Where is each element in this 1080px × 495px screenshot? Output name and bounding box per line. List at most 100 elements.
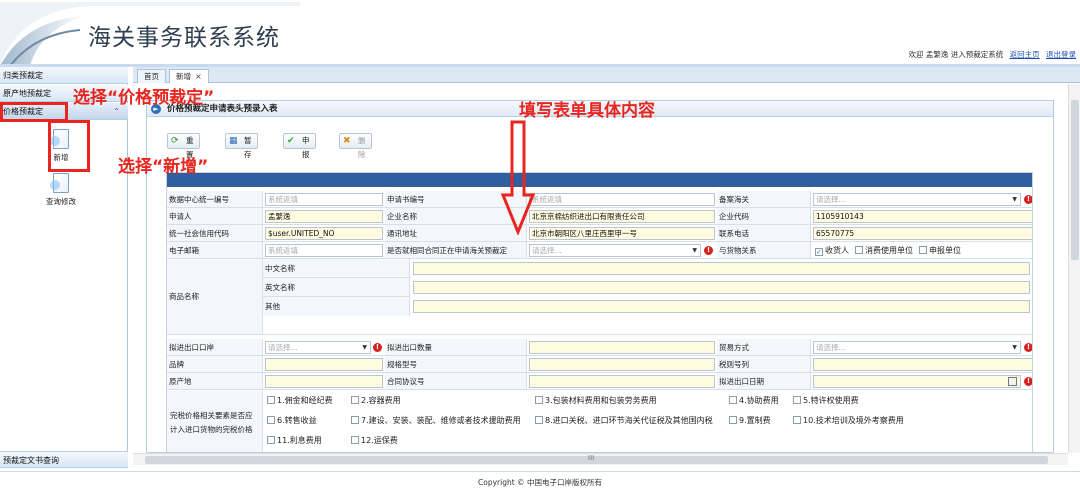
other-name-input[interactable]	[413, 300, 1030, 313]
phone-input[interactable]: 65570775	[813, 227, 1032, 240]
port-select[interactable]: 请选择... ▼	[265, 341, 371, 354]
checked-icon: ✓	[815, 248, 823, 256]
checkbox-icon	[267, 396, 275, 404]
scroll-grip: III	[588, 454, 595, 462]
tariff-code-input[interactable]	[813, 358, 1032, 371]
tab-new[interactable]: 新增 ×	[169, 69, 209, 83]
select-value: 请选择...	[816, 343, 846, 352]
checkbox-label: 11.利息费用	[277, 436, 322, 445]
credit-code-input[interactable]: $user.UNITED_NO	[265, 227, 383, 240]
highlight-price-section	[0, 102, 68, 122]
form-row: 品牌 规格型号 税则号列	[167, 356, 1032, 373]
field-label: 其他	[263, 297, 410, 316]
data-center-no-input[interactable]: 系统返填	[265, 193, 383, 206]
form-row: 拟进出口口岸 请选择... ▼ ! 拟进出口数量 贸易方式 请选择... ▼ !	[167, 339, 1032, 356]
company-name-input[interactable]: 北京京棉纺织进出口有限责任公司	[529, 210, 715, 223]
factor-checkbox[interactable]: 7.建设、安装、装配、维修或者技术援助费用	[351, 415, 521, 426]
required-icon: !	[1024, 343, 1032, 352]
field-label: 数据中心统一编号	[167, 191, 263, 207]
tab-label: 新增	[176, 72, 191, 81]
scroll-thumb[interactable]	[1071, 100, 1079, 260]
checkbox-label: 7.建设、安装、装配、维修或者技术援助费用	[361, 416, 521, 425]
close-icon[interactable]: ×	[195, 72, 202, 81]
spec-model-input[interactable]	[529, 358, 715, 371]
factor-checkbox[interactable]: 4.协助费用	[729, 395, 779, 406]
checkbox-consignee[interactable]: ✓ 收货人	[815, 245, 849, 256]
checkbox-icon	[793, 416, 801, 424]
contract-no-input[interactable]	[529, 375, 715, 388]
check-icon: ✔	[287, 136, 295, 146]
sidebar-item-label: 预裁定文书查询	[3, 456, 59, 465]
same-contract-select[interactable]: 请选择... ▼	[529, 244, 701, 257]
sidebar-item-label: 原产地预裁定	[3, 89, 51, 98]
checkbox-icon	[729, 416, 737, 424]
save-draft-button[interactable]: ▦ 暂存	[225, 133, 258, 159]
home-link[interactable]: 返回主页	[1010, 50, 1040, 59]
floppy-icon: ▦	[229, 136, 238, 146]
checkbox-icon	[535, 396, 543, 404]
form-row: 原产地 合同协议号 拟进出口日期 !	[167, 373, 1032, 390]
checkbox-label: 12.运保费	[361, 436, 398, 445]
address-input[interactable]: 北京市朝阳区八里庄西里甲一号	[529, 227, 715, 240]
calendar-icon[interactable]	[1008, 377, 1017, 386]
date-input[interactable]	[813, 375, 1021, 388]
checkbox-label: 申报单位	[929, 246, 961, 255]
sidebar-item-query[interactable]: 查询修改	[31, 173, 91, 207]
factor-checkbox[interactable]: 3.包装材料费用和包装劳务费用	[535, 395, 657, 406]
sidebar-item-classification[interactable]: 归类预裁定	[0, 67, 128, 84]
annotation-fill-form: 填写表单具体内容	[519, 101, 655, 121]
factor-checkbox[interactable]: 2.容器费用	[351, 395, 401, 406]
refresh-icon: ⟳	[171, 136, 179, 146]
goods-relation-checks: ✓ 收货人 消费使用单位 申报单位	[815, 245, 961, 256]
logout-link[interactable]: 退出登录	[1046, 50, 1076, 59]
origin-input[interactable]	[265, 375, 383, 388]
form-row: 统一社会信用代码 $user.UNITED_NO 通讯地址 北京市朝阳区八里庄西…	[167, 225, 1032, 242]
trade-mode-select[interactable]: 请选择... ▼	[813, 341, 1021, 354]
scroll-thumb[interactable]	[145, 456, 1048, 464]
submit-button[interactable]: ✔ 申报	[283, 133, 316, 159]
brand-input[interactable]	[265, 358, 383, 371]
checkbox-label: 1.佣金和经纪费	[277, 396, 333, 405]
vertical-scrollbar[interactable]	[1068, 84, 1080, 453]
quantity-input[interactable]	[529, 341, 715, 354]
checkbox-icon	[351, 396, 359, 404]
email-field[interactable]: 系统返填	[265, 244, 383, 257]
sidebar-item-doc-query[interactable]: 预裁定文书查询	[0, 451, 128, 468]
footer: Copyright © 中国电子口岸版权所有	[0, 471, 1080, 495]
application-no-input[interactable]: 系统返填	[529, 193, 715, 206]
dropdown-arrow-icon: ▼	[1012, 344, 1017, 351]
tab-home[interactable]: 首页	[137, 69, 166, 83]
factor-checkbox[interactable]: 8.进口关税、进口环节海关代征税及其他国内税	[535, 415, 713, 426]
reset-button[interactable]: ⟳ 重置	[167, 133, 200, 159]
chinese-name-input[interactable]	[413, 262, 1030, 275]
company-code-input[interactable]: 1105910143	[813, 210, 1032, 223]
checkbox-icon	[535, 416, 543, 424]
welcome-bar: 欢迎 孟繁逸 进入预裁定系统 返回主页 退出登录	[908, 49, 1076, 60]
field-label: 电子邮箱	[167, 242, 263, 258]
factor-checkbox[interactable]: 12.运保费	[351, 435, 398, 446]
factor-checkbox[interactable]: 10.技术培训及境外考察费用	[793, 415, 904, 426]
field-label: 拟进出口口岸	[167, 339, 263, 355]
factor-checkbox[interactable]: 5.特许权使用费	[793, 395, 859, 406]
customs-select[interactable]: 请选择... ▼	[813, 193, 1021, 206]
field-label: 中文名称	[263, 259, 410, 278]
form-row: 申请人 孟繁逸 企业名称 北京京棉纺织进出口有限责任公司 企业代码 110591…	[167, 208, 1032, 225]
welcome-text: 欢迎 孟繁逸 进入预裁定系统	[908, 50, 1004, 59]
field-label: 拟进出口数量	[385, 339, 527, 355]
checkbox-declarant[interactable]: 申报单位	[919, 245, 961, 256]
factor-checkbox[interactable]: 9.置制费	[729, 415, 771, 426]
field-label: 贸易方式	[717, 339, 811, 355]
checkbox-label: 2.容器费用	[361, 396, 401, 405]
factor-checkbox[interactable]: 6.转售收益	[267, 415, 317, 426]
field-label: 完税价格相关要素是否应计入进口货物的完税价格	[167, 391, 263, 452]
checkbox-consumer[interactable]: 消费使用单位	[855, 245, 913, 256]
horizontal-scrollbar[interactable]: III	[133, 453, 1068, 465]
factor-checkbox[interactable]: 1.佣金和经纪费	[267, 395, 333, 406]
checkbox-label: 9.置制费	[739, 416, 771, 425]
factor-checkbox[interactable]: 11.利息费用	[267, 435, 322, 446]
field-label: 商品名称	[167, 259, 263, 334]
delete-button[interactable]: ✖ 删除	[339, 133, 372, 159]
english-name-input[interactable]	[413, 281, 1030, 294]
application-form: 数据中心统一编号 系统返填 申请书编号 系统返填 备案海关 请选择... ▼ ! …	[166, 172, 1033, 452]
applicant-input[interactable]: 孟繁逸	[265, 210, 383, 223]
